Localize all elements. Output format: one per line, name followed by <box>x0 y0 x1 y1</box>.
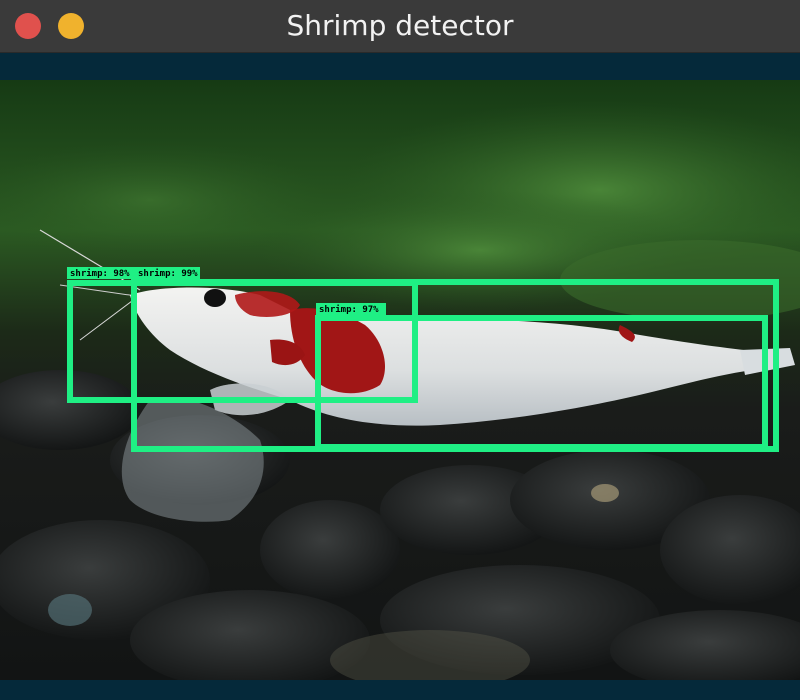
app-window: Shrimp detector shrimp: 98% shrimp: 99% … <box>0 0 800 700</box>
bounding-box <box>67 280 418 403</box>
detection-box[interactable]: shrimp: 99% <box>131 267 779 452</box>
bounding-box <box>131 279 779 452</box>
detection-overlay: shrimp: 98% shrimp: 99% shrimp: 97% <box>67 267 779 452</box>
detection-box[interactable]: shrimp: 97% <box>315 303 768 450</box>
detection-box[interactable]: shrimp: 98% <box>67 267 418 403</box>
detection-label: shrimp: 99% <box>138 268 198 279</box>
detection-label: shrimp: 98% <box>70 268 130 279</box>
top-strip <box>0 53 800 80</box>
detection-label: shrimp: 97% <box>319 304 379 315</box>
detection-view: shrimp: 98% shrimp: 99% shrimp: 97% <box>0 80 800 680</box>
title-bar[interactable]: Shrimp detector <box>0 0 800 53</box>
bounding-box <box>315 315 768 450</box>
bottom-strip <box>0 680 800 700</box>
window-title: Shrimp detector <box>286 9 514 42</box>
